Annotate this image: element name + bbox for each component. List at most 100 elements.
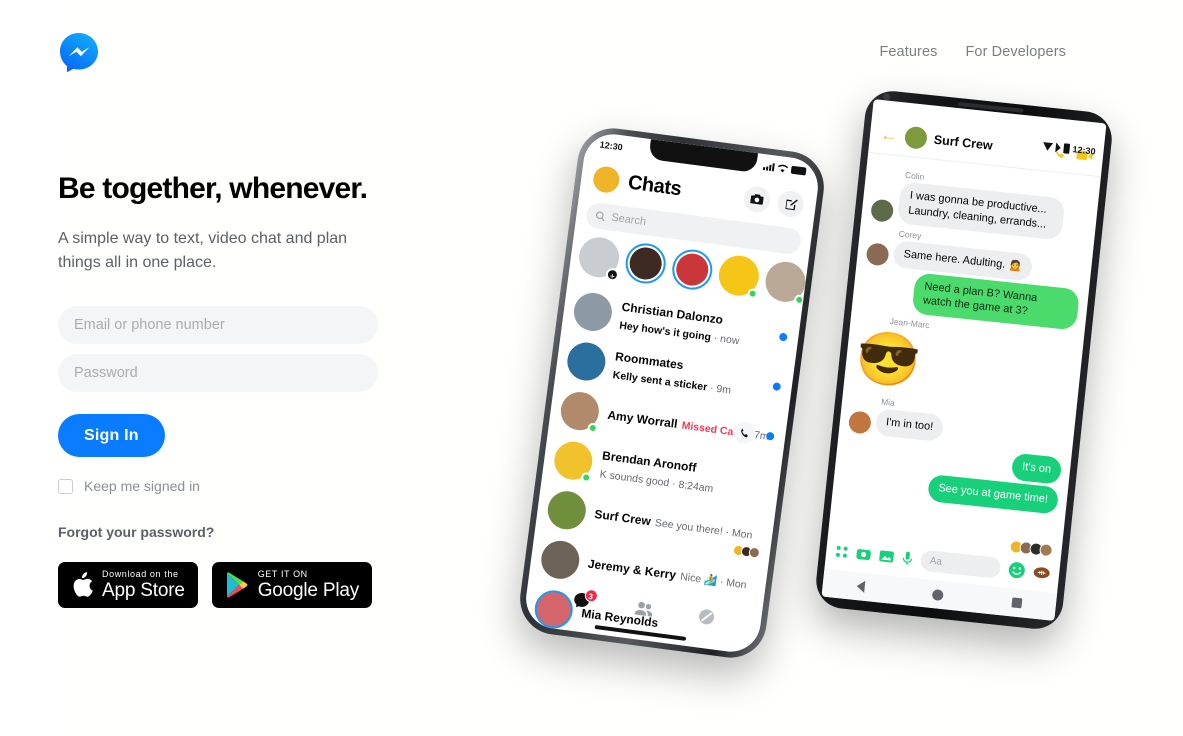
chat-preview-text: Missed Call bbox=[680, 419, 740, 440]
people-tab-icon[interactable] bbox=[633, 600, 654, 622]
gallery-icon[interactable] bbox=[878, 549, 894, 563]
chat-time: 9m bbox=[715, 382, 732, 397]
smiley-icon[interactable] bbox=[1008, 560, 1027, 579]
iphone-mockup: 12:30 Chats Search + Christian Dalonzo H… bbox=[515, 123, 829, 663]
avatar bbox=[538, 538, 582, 582]
app-store-text: Download on the App Store bbox=[102, 569, 185, 601]
android-screen: 12:30 ← Surf Crew Colin I was gonna be p… bbox=[821, 99, 1107, 621]
keep-signed-in-checkbox[interactable] bbox=[58, 478, 73, 494]
chat-preview-text: Nice 🏄 bbox=[679, 570, 718, 588]
thread-title: Surf Crew bbox=[933, 132, 994, 153]
avatar bbox=[552, 439, 595, 484]
chat-preview: Missed Call · 37m bbox=[681, 420, 769, 443]
login-form: Sign In bbox=[58, 306, 388, 457]
chat-text: Jeremy & Kerry Nice 🏄 · Mon bbox=[587, 555, 748, 594]
wifi-icon bbox=[777, 164, 789, 173]
chat-preview-text: See you there! bbox=[654, 516, 724, 538]
app-store-badges: Download on the App Store GET IT ON Goog… bbox=[58, 562, 373, 608]
story-item[interactable] bbox=[669, 247, 715, 293]
phones-artwork: 12:30 Chats Search + Christian Dalonzo H… bbox=[500, 88, 1183, 710]
iphone-screen: 12:30 Chats Search + Christian Dalonzo H… bbox=[522, 130, 822, 656]
compose-icon[interactable] bbox=[776, 189, 806, 219]
battery-icon bbox=[1063, 143, 1071, 154]
password-field[interactable] bbox=[58, 354, 378, 392]
message-bubble[interactable]: I'm in too! bbox=[874, 408, 945, 443]
google-play-icon bbox=[226, 572, 248, 598]
chat-preview-text: Kelly sent a sticker bbox=[612, 369, 708, 394]
avatar bbox=[558, 389, 602, 434]
message-input-placeholder: Aa bbox=[929, 555, 943, 568]
keep-signed-in-row[interactable]: Keep me signed in bbox=[58, 478, 200, 494]
recents-nav-icon[interactable] bbox=[1011, 597, 1023, 609]
story-item[interactable] bbox=[623, 241, 669, 286]
page-title: Be together, whenever. bbox=[58, 172, 368, 205]
chat-time: now bbox=[719, 332, 741, 348]
signal-icon bbox=[1055, 142, 1062, 153]
avatar bbox=[571, 290, 615, 334]
message-text-input[interactable]: Aa bbox=[919, 549, 1002, 579]
discover-tab-icon[interactable] bbox=[696, 607, 716, 631]
chat-time: Mon bbox=[725, 576, 748, 592]
camera-icon[interactable] bbox=[856, 546, 872, 560]
chat-name: Amy Worrall bbox=[606, 407, 679, 431]
online-indicator bbox=[587, 422, 599, 434]
chat-name: Roommates bbox=[614, 349, 685, 373]
message-thread: Colin I was gonna be productive... Laund… bbox=[828, 157, 1100, 559]
sign-in-button[interactable]: Sign In bbox=[58, 414, 165, 457]
android-status-time: 12:30 bbox=[1072, 144, 1097, 157]
chat-time: 8:24am bbox=[677, 478, 715, 496]
google-play-large-text: Google Play bbox=[257, 580, 360, 601]
messenger-logo[interactable] bbox=[58, 31, 100, 73]
avatar bbox=[545, 488, 589, 532]
email-field[interactable] bbox=[58, 306, 378, 344]
avatar bbox=[865, 241, 890, 267]
seen-avatars bbox=[732, 544, 761, 559]
chats-header-actions bbox=[742, 184, 806, 219]
ios-status-icons bbox=[762, 162, 807, 177]
camera-icon[interactable] bbox=[742, 184, 772, 215]
profile-avatar[interactable] bbox=[591, 165, 621, 195]
add-story-badge[interactable]: + bbox=[605, 267, 620, 283]
story-item[interactable]: + bbox=[576, 234, 622, 283]
search-icon bbox=[595, 211, 605, 222]
chat-preview-text: K sounds good bbox=[598, 468, 671, 490]
chat-time: Mon bbox=[731, 527, 754, 542]
chat-name: Jeremy & Kerry bbox=[587, 556, 677, 583]
story-item[interactable] bbox=[809, 265, 822, 311]
app-store-badge[interactable]: Download on the App Store bbox=[58, 562, 198, 608]
apps-grid-icon[interactable] bbox=[835, 544, 849, 558]
google-play-small-text: GET IT ON bbox=[257, 569, 308, 579]
chat-preview: Nice 🏄 · Mon bbox=[679, 570, 748, 592]
forgot-password-link[interactable]: Forgot your password? bbox=[58, 524, 214, 540]
seen-avatars bbox=[1009, 539, 1054, 558]
main-nav: Features For Developers bbox=[879, 44, 1066, 60]
microphone-icon[interactable] bbox=[901, 551, 913, 566]
avatar bbox=[847, 410, 872, 435]
nav-link-features[interactable]: Features bbox=[879, 44, 937, 60]
messenger-landing-page: Features For Developers Be together, whe… bbox=[0, 0, 1183, 736]
chat-name: Surf Crew bbox=[593, 506, 652, 529]
online-indicator bbox=[747, 288, 759, 300]
back-arrow-icon[interactable]: ← bbox=[879, 124, 899, 146]
unread-indicator bbox=[765, 431, 775, 441]
home-nav-icon[interactable] bbox=[932, 588, 945, 601]
football-sticker[interactable] bbox=[1033, 565, 1051, 580]
google-play-badge[interactable]: GET IT ON Google Play bbox=[211, 562, 373, 608]
message-bubble[interactable]: It's on bbox=[1010, 452, 1063, 485]
back-nav-icon[interactable] bbox=[856, 580, 866, 593]
wifi-icon bbox=[1042, 142, 1054, 152]
search-placeholder: Search bbox=[610, 211, 647, 229]
app-store-small-text: Download on the bbox=[102, 569, 179, 579]
nav-link-for-developers[interactable]: For Developers bbox=[965, 44, 1066, 60]
chat-text: Surf Crew See you there! · Mon bbox=[593, 505, 753, 544]
avatar bbox=[565, 340, 608, 383]
story-item[interactable] bbox=[763, 259, 808, 306]
story-item[interactable] bbox=[716, 253, 762, 300]
online-indicator bbox=[793, 294, 805, 306]
android-phone-mockup: 12:30 ← Surf Crew Colin I was gonna be p… bbox=[813, 88, 1115, 632]
chats-tab-icon[interactable]: 3 bbox=[571, 588, 599, 615]
thread-avatar bbox=[903, 125, 929, 150]
avatar bbox=[870, 198, 895, 223]
emoji-sticker[interactable]: 😎 bbox=[852, 325, 923, 395]
battery-icon bbox=[790, 165, 807, 176]
